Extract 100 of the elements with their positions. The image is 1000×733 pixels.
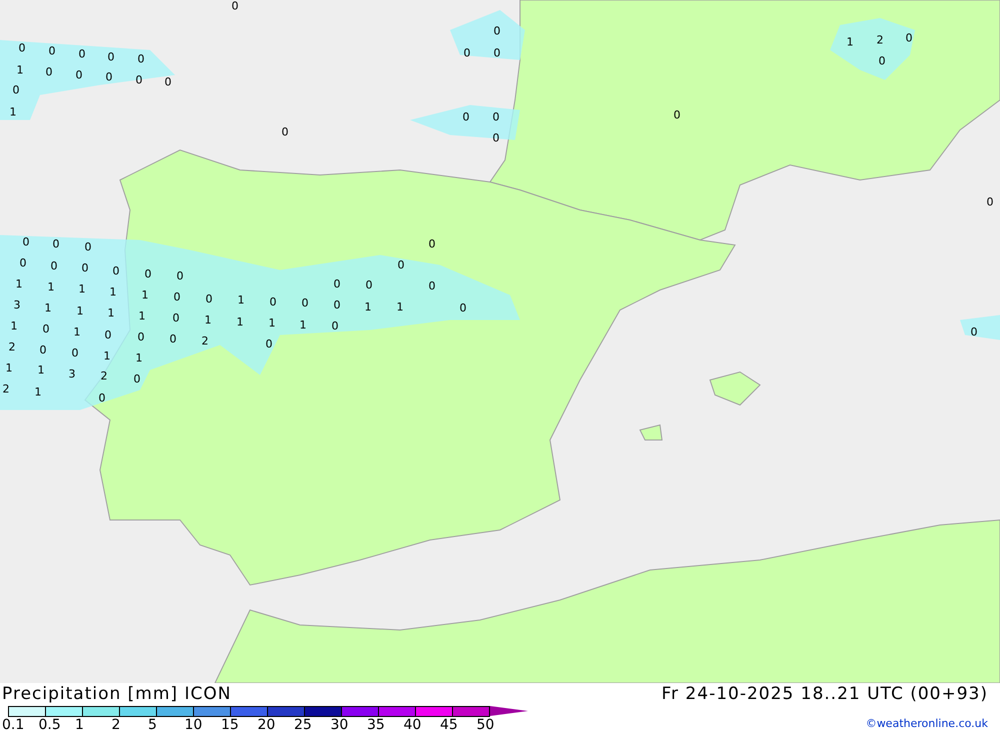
precipitation-value: 0 [108, 52, 114, 62]
scale-tick-label: 35 [367, 717, 386, 733]
precipitation-value: 1 [396, 302, 404, 312]
precipitation-value: 0 [72, 348, 78, 358]
precipitation-value: 0 [176, 270, 184, 282]
precipitation-value: 1 [10, 106, 16, 118]
precipitation-value: 0 [878, 56, 886, 66]
scale-tick-label: 15 [221, 717, 240, 733]
precipitation-value: 0 [104, 330, 112, 340]
scale-tick-label: 5 [148, 717, 158, 733]
precipitation-value: 0 [138, 54, 144, 64]
precipitation-value: 1 [364, 302, 372, 312]
precipitation-value: 0 [134, 374, 140, 384]
precipitation-value: 1 [78, 284, 86, 294]
precipitation-value: 1 [10, 320, 18, 332]
precipitation-value: 2 [2, 384, 10, 394]
precipitation-value: 0 [334, 300, 340, 310]
scale-tick-label: 40 [404, 717, 422, 733]
precipitation-value: 0 [40, 344, 46, 356]
precipitation-value: 0 [20, 258, 26, 268]
precipitation-value: 2 [8, 342, 16, 352]
precipitation-value: 0 [206, 294, 212, 304]
precipitation-value: 0 [48, 46, 56, 56]
precipitation-value: 1 [76, 306, 84, 316]
precipitation-value: 0 [492, 132, 500, 144]
credit-link[interactable]: ©weatheronline.co.uk [866, 717, 988, 730]
precipitation-value: 0 [172, 312, 180, 324]
precipitation-value: 0 [78, 48, 86, 60]
precipitation-value: 0 [138, 332, 144, 342]
precipitation-value: 2 [202, 336, 208, 346]
scale-tick-label: 50 [476, 717, 496, 733]
precipitation-value: 1 [48, 282, 54, 292]
precipitation-value: 1 [110, 286, 116, 298]
precipitation-value: 0 [18, 42, 26, 54]
precipitation-value: 0 [164, 76, 172, 88]
precipitation-value: 0 [98, 392, 106, 404]
precipitation-value: 0 [232, 0, 238, 12]
precipitation-value: 2 [100, 370, 108, 382]
precipitation-value: 0 [428, 280, 436, 292]
precipitation-value: 3 [14, 300, 20, 310]
precipitation-value: 0 [136, 74, 142, 86]
precipitation-value: 0 [302, 298, 308, 308]
precipitation-value: 0 [366, 280, 372, 290]
precipitation-value: 0 [12, 84, 20, 96]
precipitation-value: 0 [170, 334, 176, 344]
precipitation-value: 0 [270, 296, 276, 308]
scale-tick-label: 0.5 [38, 717, 62, 733]
precipitation-value: 0 [462, 112, 470, 122]
precipitation-value: 0 [674, 110, 680, 120]
precipitation-value: 0 [398, 260, 404, 270]
precipitation-value: 0 [52, 238, 60, 250]
precipitation-value: 0 [84, 242, 92, 252]
precipitation-value: 0 [970, 326, 978, 338]
precipitation-value: 0 [50, 260, 58, 272]
precipitation-value: 1 [846, 36, 854, 48]
scale-tick-label: 25 [294, 717, 313, 733]
precipitation-value: 0 [986, 196, 994, 208]
precipitation-value: 1 [108, 308, 114, 318]
precipitation-value: 1 [136, 352, 142, 364]
precipitation-value: 0 [906, 32, 912, 44]
precipitation-value: 1 [44, 302, 52, 314]
forecast-time: Fr 24-10-2025 18..21 UTC (00+93) [662, 683, 988, 705]
scale-tick-label: 20 [258, 717, 276, 733]
precipitation-value: 0 [22, 236, 30, 248]
precipitation-value: 0 [334, 278, 340, 290]
scale-tick-label: 30 [330, 717, 350, 733]
precipitation-value: 0 [106, 72, 112, 82]
scale-tick-label: 2 [112, 717, 122, 733]
precipitation-value: 1 [38, 364, 44, 376]
precipitation-value: 0 [174, 292, 180, 302]
precipitation-value: 1 [300, 320, 306, 330]
precipitation-value: 0 [266, 338, 272, 350]
precipitation-value: 1 [236, 316, 244, 328]
precipitation-value: 1 [138, 310, 146, 322]
precipitation-value: 0 [494, 48, 500, 58]
precipitation-value: 0 [332, 320, 338, 332]
precipitation-value: 1 [16, 64, 24, 76]
scale-tick-label: 10 [184, 717, 204, 733]
map-title: Precipitation [mm] ICON [2, 683, 232, 705]
precipitation-value: 0 [144, 268, 152, 280]
precipitation-value: 0 [76, 70, 82, 80]
precipitation-value: 1 [268, 318, 276, 328]
precipitation-value: 0 [494, 26, 500, 36]
precipitation-value: 1 [74, 326, 80, 338]
precipitation-value: 1 [104, 350, 110, 362]
precipitation-value: 0 [460, 302, 466, 314]
precipitation-value: 1 [142, 290, 148, 300]
scale-tick-label: 1 [75, 717, 85, 733]
precipitation-value: 1 [16, 278, 22, 290]
precipitation-value: 0 [492, 112, 500, 122]
precipitation-value: 0 [42, 324, 50, 334]
precipitation-value: 1 [6, 362, 12, 374]
precipitation-value: 0 [464, 48, 470, 58]
precipitation-value: 0 [46, 66, 52, 78]
precipitation-value: 0 [428, 238, 436, 250]
precipitation-value: 3 [68, 368, 76, 380]
scale-tick-label: 0.1 [2, 717, 26, 733]
precipitation-value: 0 [282, 126, 288, 138]
precipitation-value: 2 [876, 34, 884, 46]
precipitation-value: 0 [82, 262, 88, 274]
